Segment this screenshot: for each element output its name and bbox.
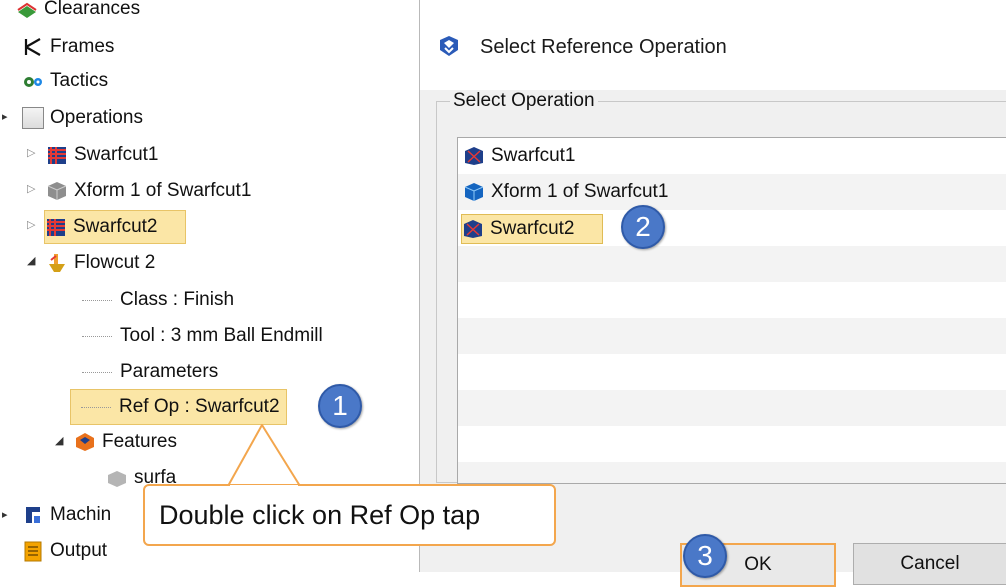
blue-cube-icon [464,183,484,201]
surface-cube-icon [108,471,126,487]
collapse-arrow-icon[interactable]: ◢ [55,434,63,447]
expand-arrow-icon[interactable]: ▸ [2,508,8,521]
step-2-badge: 2 [621,205,665,249]
tree-item-ref-op[interactable]: Ref Op : Swarfcut2 [70,389,287,425]
tree-item-swarfcut2[interactable]: Swarfcut2 [44,210,187,244]
list-item[interactable]: Swarfcut2 [458,210,1006,246]
callout-box: Double click on Ref Op tap [143,484,556,546]
tree-item-clearances[interactable]: Clearances [16,0,140,26]
frame-axes-icon [24,38,41,56]
tree-item-xform1[interactable]: Xform 1 of Swarfcut1 [46,174,251,208]
tree-item-label: Xform 1 of Swarfcut1 [74,180,252,201]
tree-item-label: Features [102,431,177,452]
tree-connector [82,371,112,373]
tree-item-label: Flowcut 2 [74,252,156,273]
tree-item-label: Tactics [50,70,109,91]
expand-arrow-icon[interactable]: ▷ [27,218,35,231]
callout-pointer-joint [230,485,298,489]
operation-item-xform1[interactable]: Xform 1 of Swarfcut1 [463,178,672,206]
callout-text: Double click on Ref Op tap [159,499,481,530]
dialog-titlebar: Select Reference Operation [420,0,1006,90]
tree-item-parameters[interactable]: Parameters [82,355,218,389]
list-item-empty [458,354,1006,390]
list-item-empty [458,246,1006,282]
swarfcut-op-icon [464,220,482,238]
tree-item-label: Output [50,540,108,561]
tree-item-label: Frames [50,36,115,57]
expand-arrow-icon[interactable]: ▷ [27,182,35,195]
tree-item-output[interactable]: Output [22,534,107,568]
tree-item-label: Swarfcut1 [74,144,159,165]
tree-connector [82,299,112,301]
step-3-badge: 3 [683,534,727,578]
expand-arrow-icon[interactable]: ▸ [2,110,8,123]
cube-icon [47,182,67,200]
tree-connector [82,335,112,337]
features-icon [76,433,94,451]
step-1-badge: 1 [318,384,362,428]
operation-label: Xform 1 of Swarfcut1 [491,181,669,202]
tree-item-label: Swarfcut2 [73,216,158,237]
list-item[interactable]: Swarfcut1 [458,138,1006,174]
tree-item-label: Class : Finish [120,289,235,310]
dialog-title: Select Reference Operation [480,36,727,58]
app-logo-icon [440,36,458,56]
list-item-empty [458,390,1006,426]
tree-connector [81,406,111,408]
operation-item-swarfcut2[interactable]: Swarfcut2 [461,214,604,244]
operation-item-swarfcut1[interactable]: Swarfcut1 [463,142,579,170]
swarfcut-icon [48,147,66,164]
tree-item-tool[interactable]: Tool : 3 mm Ball Endmill [82,319,323,353]
tree-item-tactics[interactable]: Tactics [22,64,108,98]
output-document-icon [24,541,42,562]
swarfcut-op-icon [465,147,483,165]
tree-item-label: Machin [50,504,112,525]
tree-item-label: Parameters [120,361,219,382]
tree-item-label: Operations [50,107,143,128]
group-label: Select Operation [450,90,598,112]
tree-item-label: Tool : 3 mm Ball Endmill [120,325,323,346]
list-item-empty [458,462,1006,483]
list-item[interactable]: Xform 1 of Swarfcut1 [458,174,1006,210]
cancel-button[interactable]: Cancel [853,543,1006,585]
tree-item-swarfcut1[interactable]: Swarfcut1 [46,138,158,172]
tree-item-class[interactable]: Class : Finish [82,283,234,317]
list-item-empty [458,282,1006,318]
expand-arrow-icon[interactable]: ▷ [27,146,35,159]
collapse-arrow-icon[interactable]: ◢ [27,254,35,267]
tree-item-operations[interactable]: Operations [22,101,143,135]
tree-item-label: Ref Op : Swarfcut2 [119,396,280,417]
tree-item-frames[interactable]: Frames [22,30,114,64]
folder-icon [22,107,44,129]
machine-icon [26,507,40,523]
operation-label: Swarfcut2 [490,218,575,239]
gears-icon [24,77,42,87]
operation-listbox[interactable]: Swarfcut1 Xform 1 of Swarfcut1 Swarfcut2 [457,137,1006,484]
tree-item-machine[interactable]: Machin [22,498,111,532]
flowcut-icon [49,254,65,272]
clearances-icon [17,2,37,18]
tree-item-label: Clearances [44,0,141,19]
list-item-empty [458,318,1006,354]
swarfcut-icon [47,219,65,236]
tree-item-features[interactable]: Features [74,425,177,459]
operation-label: Swarfcut1 [491,145,576,166]
tree-item-flowcut2[interactable]: Flowcut 2 [46,246,155,280]
list-item-empty [458,426,1006,462]
